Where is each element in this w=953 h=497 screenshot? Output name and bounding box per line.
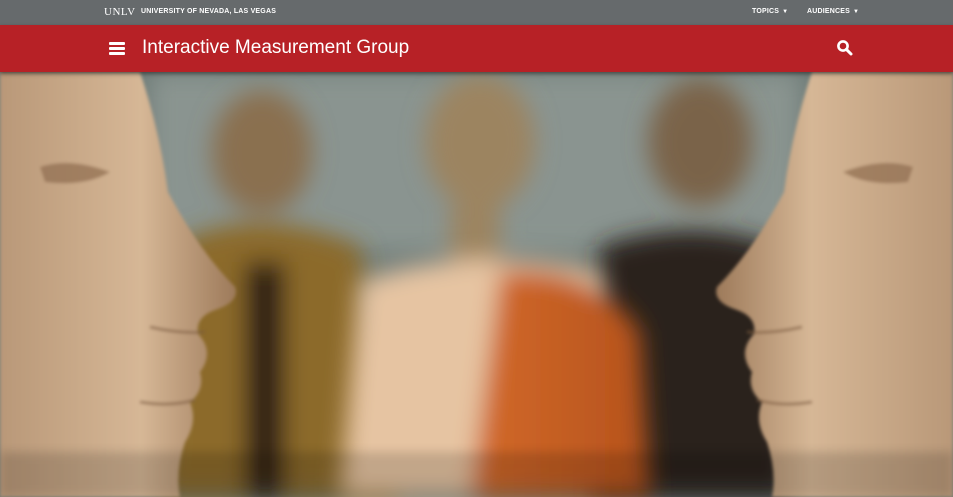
search-icon[interactable] — [836, 39, 854, 57]
site-title[interactable]: Interactive Measurement Group — [142, 37, 409, 59]
audiences-label: AUDIENCES — [807, 8, 851, 15]
hero-image — [0, 72, 953, 497]
university-name-link[interactable]: UNIVERSITY OF NEVADA, LAS VEGAS — [141, 8, 276, 15]
site-header: Interactive Measurement Group — [0, 25, 953, 72]
audiences-dropdown[interactable]: AUDIENCES ▼ — [807, 8, 859, 15]
topics-label: TOPICS — [752, 8, 780, 15]
topics-dropdown[interactable]: TOPICS ▼ — [752, 8, 788, 15]
hamburger-menu-icon[interactable] — [109, 42, 125, 55]
chevron-down-icon: ▼ — [782, 9, 789, 15]
chevron-down-icon: ▼ — [853, 9, 860, 15]
utility-bar: UNLV UNIVERSITY OF NEVADA, LAS VEGAS TOP… — [0, 0, 953, 25]
unlv-logo[interactable]: UNLV — [104, 6, 136, 18]
